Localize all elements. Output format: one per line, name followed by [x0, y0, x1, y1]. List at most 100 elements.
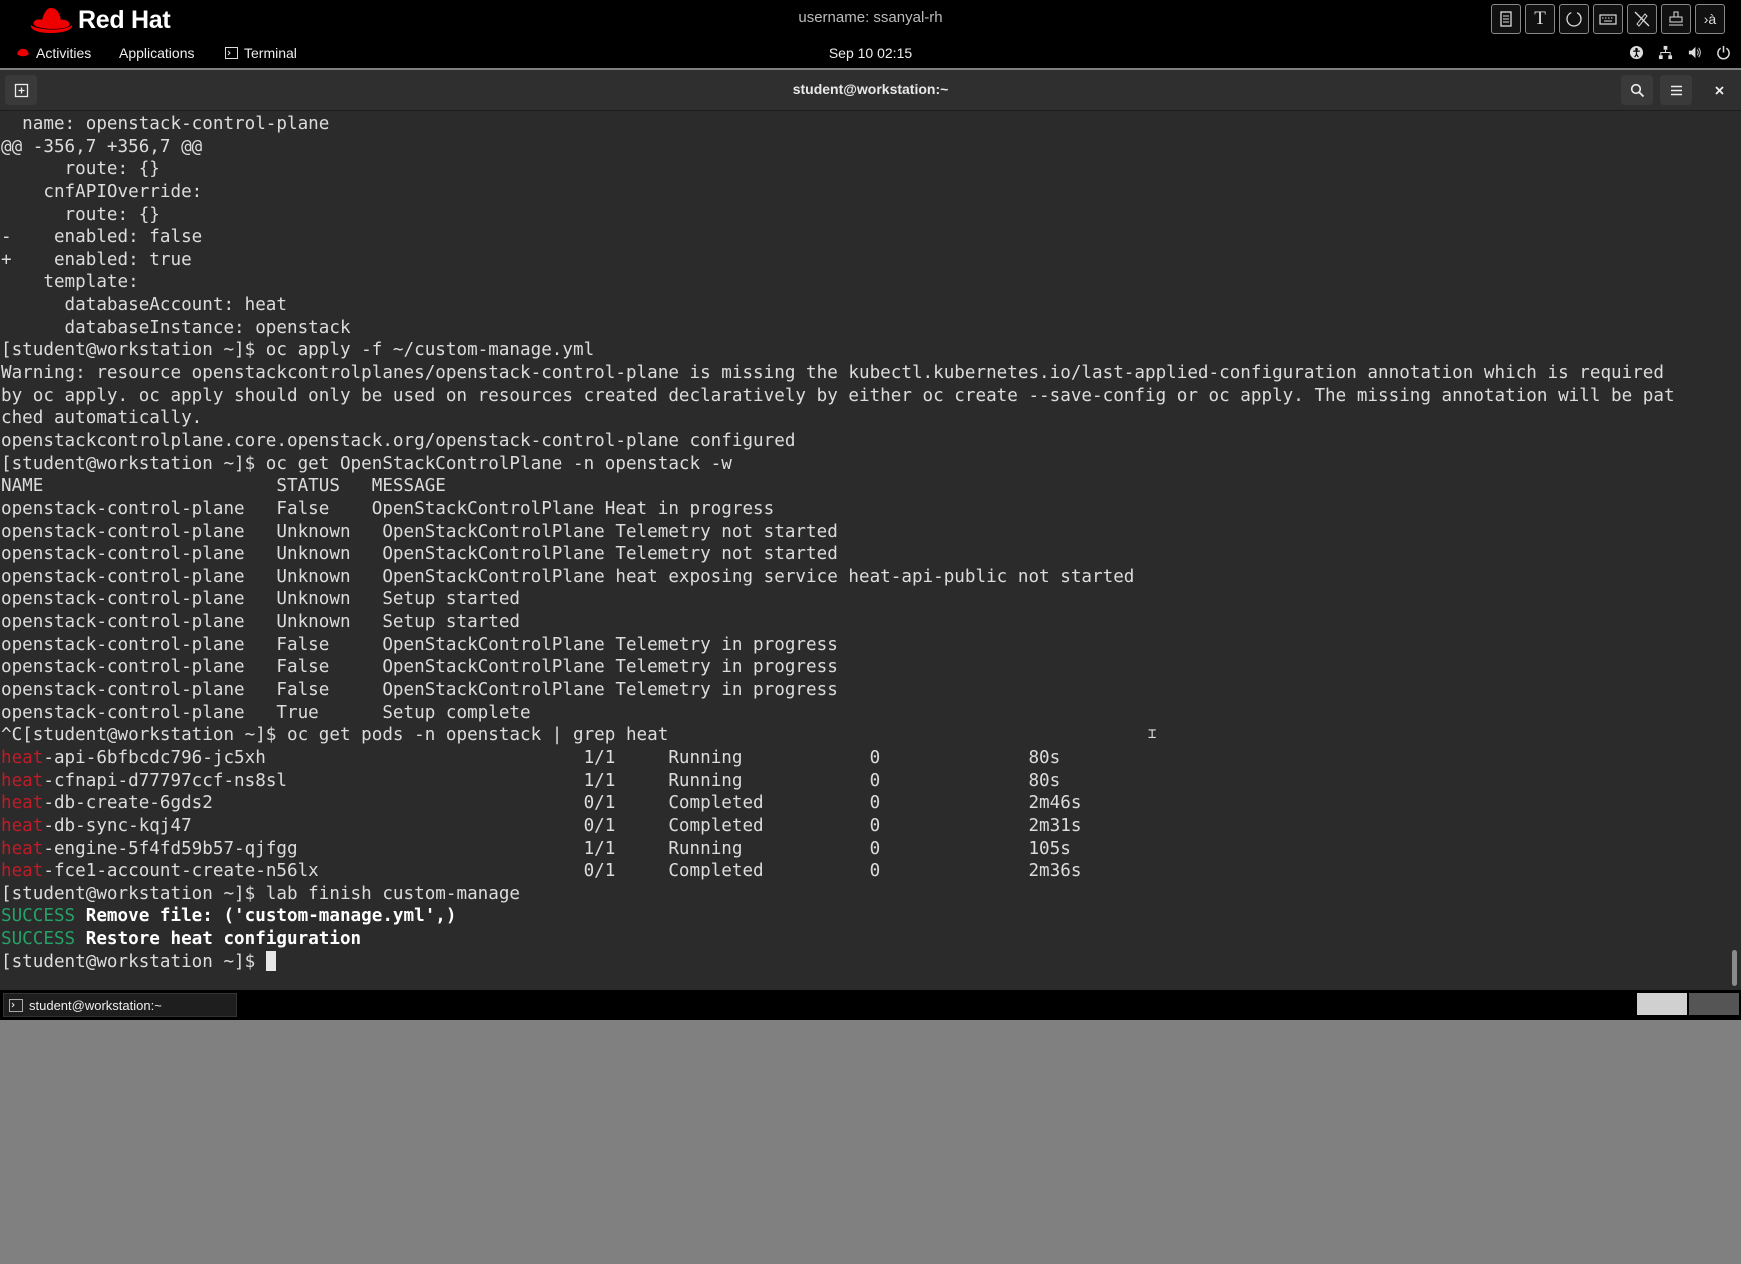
no-pen-icon[interactable]	[1627, 4, 1657, 34]
pod-row: heat-api-6bfbcdc796-jc5xh 1/1 Running 0 …	[1, 747, 1675, 770]
close-icon	[1714, 85, 1724, 95]
search-icon	[1630, 83, 1644, 97]
terminal-line: name: openstack-control-plane	[1, 114, 330, 134]
terminal-line: NAME STATUS MESSAGE	[1, 476, 446, 497]
terminal-line: openstack-control-plane Unknown OpenStac…	[1, 566, 1135, 587]
terminal-window: student@workstation:~ name: openstack-co…	[0, 70, 1741, 1020]
terminal-line: openstack-control-plane True Setup compl…	[1, 702, 531, 723]
terminal-line: Warning: resource openstackcontrolplanes…	[1, 363, 1664, 384]
terminal-header-bar[interactable]: student@workstation:~	[0, 70, 1741, 111]
bottom-taskbar: student@workstation:~	[0, 990, 1741, 1020]
pod-name-prefix: heat	[1, 747, 44, 768]
terminal-icon	[9, 998, 23, 1012]
workspace-1[interactable]	[1637, 993, 1687, 1015]
username-label: username: ssanyal-rh	[798, 9, 943, 26]
volume-icon[interactable]	[1687, 45, 1702, 60]
keyboard-icon[interactable]	[1593, 4, 1623, 34]
pod-name-prefix: heat	[1, 815, 44, 836]
taskbar-item-label: student@workstation:~	[29, 997, 162, 1013]
pod-name-prefix: heat	[1, 793, 44, 814]
terminal-line: openstack-control-plane Unknown OpenStac…	[1, 544, 838, 565]
result-spacer	[75, 906, 86, 926]
terminal-line: openstack-control-plane False OpenStackC…	[1, 680, 838, 701]
stamp-icon[interactable]	[1661, 4, 1691, 34]
terminal-line: openstack-control-plane Unknown Setup st…	[1, 589, 521, 610]
applications-menu[interactable]: Applications	[119, 45, 195, 61]
pod-name-prefix: heat	[1, 770, 44, 791]
pod-name-prefix: heat	[1, 861, 44, 882]
pod-row: heat-db-create-6gds2 0/1 Completed 0 2m4…	[1, 792, 1675, 815]
pod-row-rest: -engine-5f4fd59b57-qjfgg 1/1 Running 0 1…	[43, 838, 1071, 859]
terminal-line: [student@workstation ~]$ lab finish cust…	[1, 883, 521, 904]
terminal-line: [student@workstation ~]$ oc apply -f ~/c…	[1, 340, 595, 361]
pod-row: heat-db-sync-kqj47 0/1 Completed 0 2m31s	[1, 815, 1675, 838]
pod-row: heat-cfnapi-d77797ccf-ns8sl 1/1 Running …	[1, 770, 1675, 793]
result-message: Restore heat configuration	[85, 929, 362, 950]
new-tab-button[interactable]	[5, 75, 37, 105]
terminal-line: ^C[student@workstation ~]$ oc get pods -…	[1, 725, 669, 746]
terminal-line: databaseAccount: heat	[1, 295, 287, 316]
power-icon[interactable]	[1716, 45, 1731, 60]
tool-buttons: T ›à	[1491, 4, 1725, 34]
text-cursor	[265, 950, 276, 971]
success-status: SUCCESS	[1, 906, 76, 927]
terminal-lines: name: openstack-control-plane @@ -356,7 +…	[1, 113, 1675, 973]
accessibility-icon[interactable]	[1629, 45, 1644, 60]
terminal-line: + enabled: true	[1, 249, 192, 270]
terminal-line: by oc apply. oc apply should only be use…	[1, 385, 1675, 406]
pod-row-rest: -api-6bfbcdc796-jc5xh 1/1 Running 0 80s	[43, 747, 1061, 768]
pod-row-rest: -cfnapi-d77797ccf-ns8sl 1/1 Running 0 80…	[43, 770, 1061, 791]
terminal-line: databaseInstance: openstack	[1, 317, 351, 338]
new-tab-icon	[14, 83, 28, 97]
pod-row-rest: -db-sync-kqj47 0/1 Completed 0 2m31s	[43, 815, 1082, 836]
circle-icon[interactable]	[1559, 4, 1589, 34]
terminal-app-menu[interactable]: Terminal	[225, 45, 297, 61]
pod-row-rest: -fce1-account-create-n56lx 0/1 Completed…	[43, 861, 1082, 882]
terminal-line: @@ -356,7 +356,7 @@	[1, 136, 203, 157]
text-cursor-ibeam-icon: ⌶	[1148, 726, 1157, 742]
terminal-line: openstack-control-plane False OpenStackC…	[1, 498, 775, 519]
search-button[interactable]	[1621, 75, 1653, 105]
document-icon[interactable]	[1491, 4, 1521, 34]
result-message: Remove file: ('custom-manage.yml',)	[85, 906, 457, 927]
status-area[interactable]	[1629, 45, 1731, 60]
terminal-output[interactable]: name: openstack-control-plane @@ -356,7 +…	[0, 111, 1727, 1009]
redhat-small-icon	[17, 48, 29, 57]
terminal-icon	[225, 47, 238, 59]
terminal-line: openstack-control-plane Unknown OpenStac…	[1, 521, 838, 542]
pod-row: heat-engine-5f4fd59b57-qjfgg 1/1 Running…	[1, 838, 1675, 861]
clock[interactable]: Sep 10 02:15	[829, 45, 912, 61]
window-title: student@workstation:~	[792, 81, 949, 97]
terminal-line: route: {}	[1, 204, 160, 225]
translate-icon[interactable]: ›à	[1695, 4, 1725, 34]
result-line: SUCCESS Remove file: ('custom-manage.yml…	[1, 905, 1675, 928]
success-status: SUCCESS	[1, 929, 76, 950]
redhat-top-bar: Red Hat username: ssanyal-rh T ›à	[0, 0, 1741, 40]
terminal-line: openstack-control-plane False OpenStackC…	[1, 634, 838, 655]
terminal-line: cnfAPIOverride:	[1, 181, 203, 202]
terminal-line: - enabled: false	[1, 227, 203, 248]
close-button[interactable]	[1703, 75, 1735, 105]
taskbar-item-terminal[interactable]: student@workstation:~	[3, 993, 237, 1017]
result-line: SUCCESS Restore heat configuration	[1, 928, 1675, 951]
prompt-line: [student@workstation ~]$	[1, 950, 1675, 974]
result-spacer	[75, 929, 86, 949]
terminal-line: ched automatically.	[1, 408, 203, 429]
terminal-line: template:	[1, 272, 139, 293]
workspace-2[interactable]	[1689, 993, 1739, 1015]
network-icon[interactable]	[1658, 45, 1673, 60]
applications-label: Applications	[119, 45, 195, 61]
terminal-line: openstack-control-plane False OpenStackC…	[1, 657, 838, 678]
scrollbar[interactable]	[1732, 950, 1737, 986]
terminal-label: Terminal	[244, 45, 297, 61]
menu-button[interactable]	[1660, 75, 1692, 105]
pod-row: heat-fce1-account-create-n56lx 0/1 Compl…	[1, 860, 1675, 883]
activities-label: Activities	[36, 45, 92, 61]
pod-row-rest: -db-create-6gds2 0/1 Completed 0 2m46s	[43, 793, 1082, 814]
pod-name-prefix: heat	[1, 838, 44, 859]
terminal-line: route: {}	[1, 159, 160, 180]
terminal-line: openstack-control-plane Unknown Setup st…	[1, 612, 521, 633]
terminal-line: openstackcontrolplane.core.openstack.org…	[1, 430, 796, 451]
text-icon[interactable]: T	[1525, 4, 1555, 34]
activities-button[interactable]: Activities	[16, 45, 91, 61]
